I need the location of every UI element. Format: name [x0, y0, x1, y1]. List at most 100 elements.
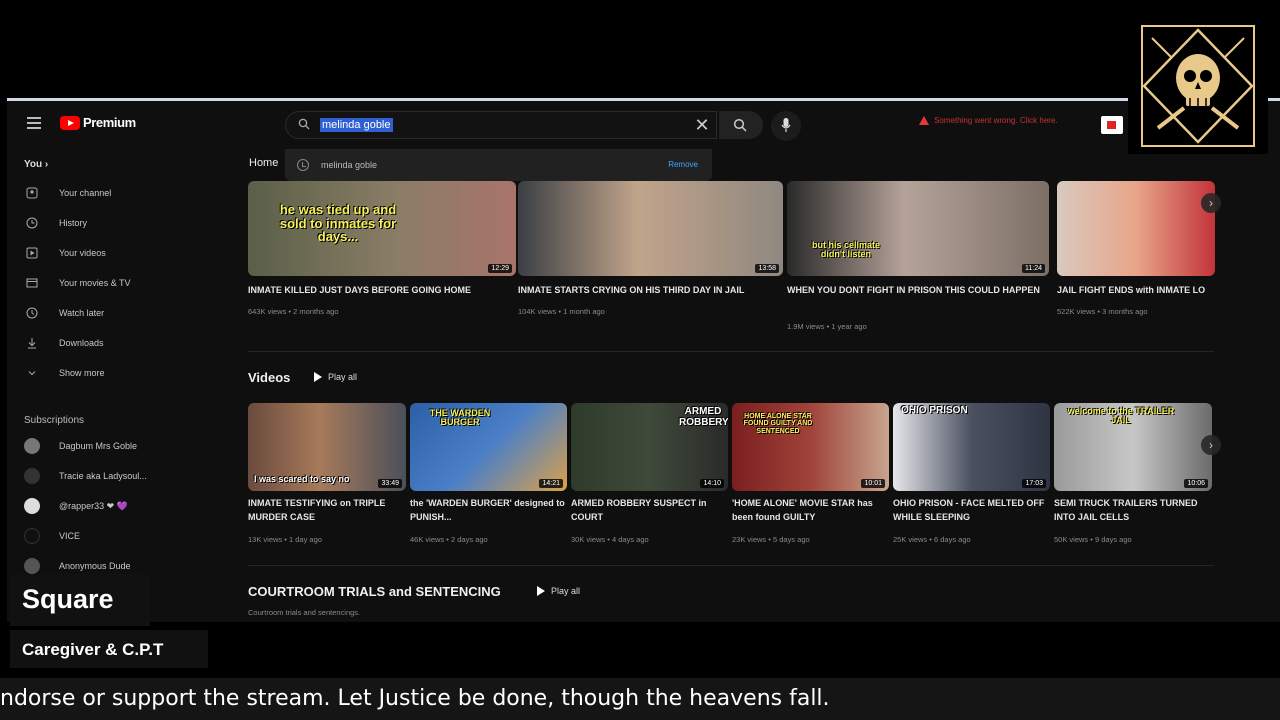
sidebar-item-show-more[interactable]: Show more	[24, 363, 204, 383]
subscription-item[interactable]: @rapper33 ❤ 💜	[24, 496, 128, 516]
video-thumbnail[interactable]	[1057, 181, 1215, 276]
play-all-button[interactable]: Play all	[314, 372, 357, 382]
video-duration: 12:29	[488, 264, 512, 273]
video-title[interactable]: INMATE KILLED JUST DAYS BEFORE GOING HOM…	[248, 283, 516, 297]
sidebar-item-your-channel[interactable]: Your channel	[24, 183, 204, 203]
sidebar-item-movies-tv[interactable]: Your movies & TV	[24, 273, 204, 293]
sidebar-item-history[interactable]: History	[24, 213, 204, 233]
youtube-play-icon	[60, 115, 80, 130]
video-meta: 25K views • 6 days ago	[893, 535, 971, 544]
download-icon	[24, 335, 40, 351]
video-icon	[24, 245, 40, 261]
avatar	[24, 468, 40, 484]
subscription-item[interactable]: Anonymous Dude	[24, 556, 131, 576]
search-icon	[733, 118, 747, 132]
video-thumbnail[interactable]: HOME ALONE STAR FOUND GUILTY AND SENTENC…	[732, 403, 889, 491]
subscription-item[interactable]: Tracie aka Ladysoul...	[24, 466, 147, 486]
video-duration: 14:21	[539, 479, 563, 488]
search-button[interactable]	[719, 111, 763, 139]
logo-text: Premium	[83, 115, 136, 130]
video-thumbnail[interactable]: 13:58	[518, 181, 783, 276]
thumbnail-caption: welcome to the TRAILER JAIL	[1067, 406, 1175, 426]
create-icon[interactable]	[1101, 116, 1123, 134]
avatar	[24, 438, 40, 454]
masthead: Premium melinda goble ✕ Something went w…	[7, 101, 1280, 149]
sidebar-item-your-videos[interactable]: Your videos	[24, 243, 204, 263]
video-title[interactable]: ARMED ROBBERY SUSPECT in COURT	[571, 496, 726, 525]
menu-icon[interactable]	[27, 117, 41, 129]
video-thumbnail[interactable]: I was scared to say no 33:49	[248, 403, 406, 491]
video-thumbnail[interactable]: OHIO PRISON 17:03	[893, 403, 1050, 491]
video-duration: 11:24	[1022, 264, 1045, 273]
video-duration: 10:01	[861, 479, 885, 488]
subscription-item[interactable]: VICE	[24, 526, 80, 546]
video-meta: 46K views • 2 days ago	[410, 535, 488, 544]
chevron-down-icon	[24, 365, 40, 381]
ticker-text: ndorse or support the stream. Let Justic…	[0, 686, 830, 711]
video-meta: 30K views • 4 days ago	[571, 535, 649, 544]
avatar	[24, 558, 40, 574]
thumbnail-caption: I was scared to say no	[254, 474, 350, 484]
video-duration: 13:58	[755, 264, 779, 273]
play-icon	[314, 372, 322, 382]
video-duration: 33:49	[378, 479, 402, 488]
youtube-logo[interactable]: Premium	[60, 115, 136, 130]
video-meta: 50K views • 9 days ago	[1054, 535, 1132, 544]
video-title[interactable]: the 'WARDEN BURGER' designed to PUNISH..…	[410, 496, 565, 525]
video-thumbnail[interactable]: THE WARDEN BURGER 14:21	[410, 403, 567, 491]
chevron-right-icon[interactable]: ›	[1201, 193, 1221, 213]
remove-suggestion-link[interactable]: Remove	[668, 160, 698, 169]
video-thumbnail[interactable]: but his cellmate didn't listen 11:24	[787, 181, 1049, 276]
video-meta: 643K views • 2 months ago	[248, 307, 339, 316]
video-meta: 1.9M views • 1 year ago	[787, 322, 867, 331]
presenter-role-plate: Caregiver & C.P.T	[10, 630, 208, 668]
avatar	[24, 528, 40, 544]
channel-icon	[24, 185, 40, 201]
error-alert[interactable]: Something went wrong. Click here.	[919, 116, 1058, 125]
sidebar-item-downloads[interactable]: Downloads	[24, 333, 204, 353]
thumbnail-caption: he was tied up and sold to inmates for d…	[279, 202, 397, 245]
video-title[interactable]: INMATE TESTIFYING on TRIPLE MURDER CASE	[248, 496, 403, 525]
video-meta: 23K views • 5 days ago	[732, 535, 810, 544]
thumbnail-caption: THE WARDEN BURGER	[429, 408, 491, 428]
chevron-right-icon[interactable]: ›	[1201, 435, 1221, 455]
section-divider	[248, 565, 1214, 566]
search-icon	[298, 118, 310, 130]
clock-icon	[24, 305, 40, 321]
video-title[interactable]: JAIL FIGHT ENDS with INMATE LO	[1057, 283, 1217, 297]
play-all-button[interactable]: Play all	[537, 586, 580, 596]
video-title[interactable]: 'HOME ALONE' MOVIE STAR has been found G…	[732, 496, 887, 525]
voice-search-button[interactable]	[771, 111, 801, 141]
search-input[interactable]: melinda goble ✕	[285, 111, 717, 139]
clear-search-icon[interactable]: ✕	[692, 116, 712, 136]
search-query[interactable]: melinda goble	[320, 118, 393, 132]
video-title[interactable]: INMATE STARTS CRYING ON HIS THIRD DAY IN…	[518, 283, 783, 297]
alert-text: Something went wrong. Click here.	[934, 116, 1058, 125]
thumbnail-caption: HOME ALONE STAR FOUND GUILTY AND SENTENC…	[743, 413, 813, 435]
video-meta: 522K views • 3 months ago	[1057, 307, 1148, 316]
search-suggestion[interactable]: melinda goble Remove	[285, 149, 712, 181]
video-title[interactable]: WHEN YOU DONT FIGHT IN PRISON THIS COULD…	[787, 283, 1049, 297]
video-title[interactable]: OHIO PRISON - FACE MELTED OFF WHILE SLEE…	[893, 496, 1048, 525]
video-duration: 17:03	[1022, 479, 1046, 488]
thumbnail-caption: OHIO PRISON	[901, 405, 968, 416]
stream-canvas: Premium melinda goble ✕ Something went w…	[0, 0, 1280, 720]
mic-icon	[781, 118, 791, 132]
movies-icon	[24, 275, 40, 291]
section-title-videos: Videos	[248, 370, 291, 385]
sidebar-item-watch-later[interactable]: Watch later	[24, 303, 204, 323]
suggestion-text[interactable]: melinda goble	[321, 160, 377, 170]
video-thumbnail[interactable]: he was tied up and sold to inmates for d…	[248, 181, 516, 276]
subscription-item[interactable]: Dagbum Mrs Goble	[24, 436, 137, 456]
presenter-name-plate: Square	[10, 574, 150, 626]
video-title[interactable]: SEMI TRUCK TRAILERS TURNED INTO JAIL CEL…	[1054, 496, 1209, 525]
section-subtitle: Courtroom trials and sentencings.	[248, 608, 361, 617]
tab-home[interactable]: Home	[249, 157, 278, 169]
section-title-courtroom: COURTROOM TRIALS and SENTENCING	[248, 584, 501, 599]
youtube-window: Premium melinda goble ✕ Something went w…	[7, 98, 1280, 622]
video-duration: 14:10	[700, 479, 724, 488]
video-thumbnail[interactable]: welcome to the TRAILER JAIL 10:06	[1054, 403, 1212, 491]
sidebar-you-header[interactable]: You ›	[24, 159, 48, 170]
section-divider	[248, 351, 1214, 352]
video-thumbnail[interactable]: ARMED ROBBERY 14:10	[571, 403, 728, 491]
